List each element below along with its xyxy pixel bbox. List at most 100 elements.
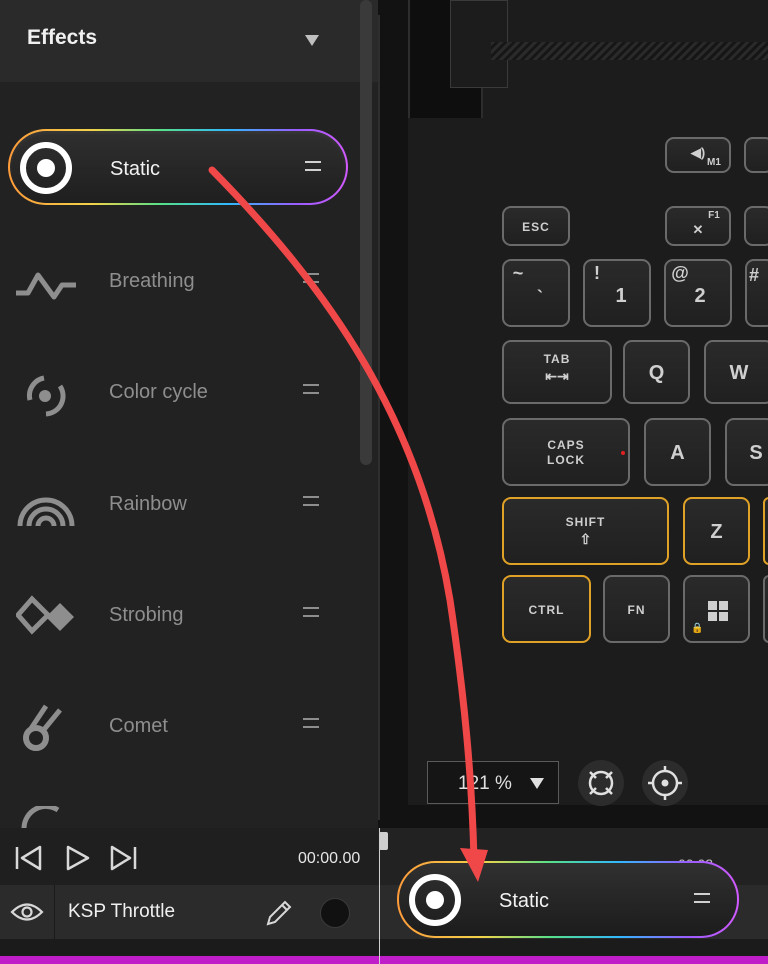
color-cycle-icon — [27, 375, 66, 417]
edit-pencil-icon[interactable] — [264, 898, 294, 928]
key-label: F1 — [708, 210, 720, 221]
zoom-select[interactable]: 121 % — [427, 761, 559, 804]
center-view-button[interactable] — [642, 760, 688, 806]
drag-handle-icon[interactable] — [303, 496, 319, 506]
track-color-swatch[interactable] — [320, 898, 350, 928]
effect-label: Color cycle — [109, 381, 208, 403]
zoom-value: 121 % — [458, 773, 512, 794]
drag-handle-icon[interactable] — [303, 384, 319, 394]
lock-icon: 🔒 — [691, 623, 704, 634]
key-ctrl[interactable]: CTRL — [502, 575, 591, 643]
key-z[interactable]: Z — [683, 497, 750, 565]
key-label: CTRL — [528, 603, 565, 617]
keyboard-hinge — [408, 0, 508, 118]
key-alt-partial[interactable] — [763, 575, 768, 643]
key-label: FN — [627, 603, 646, 617]
effect-item-color-cycle[interactable]: Color cycle — [0, 354, 350, 430]
fit-view-icon — [588, 770, 614, 796]
key-f1[interactable]: F1 ✕ — [665, 206, 731, 246]
key-esc[interactable]: ESC — [502, 206, 570, 246]
key-tab[interactable]: TAB ⇤⇥ — [502, 340, 612, 404]
key-w[interactable]: W — [704, 340, 768, 404]
dragged-effect-static[interactable]: Static — [397, 861, 739, 938]
breathing-icon — [16, 272, 76, 300]
key-label: ESC — [522, 220, 550, 234]
key-label: ` — [537, 287, 543, 307]
key-windows[interactable]: 🔒 — [683, 575, 750, 643]
eye-icon — [10, 903, 44, 921]
comet-icon — [23, 704, 62, 751]
static-icon — [20, 142, 72, 194]
key-3-partial[interactable]: # — [745, 259, 768, 327]
key-partial-top[interactable] — [744, 137, 768, 173]
key-label: 1 — [615, 285, 627, 307]
key-caps-lock[interactable]: CAPS LOCK — [502, 418, 630, 486]
key-label: A — [670, 442, 685, 464]
mic-mute-icon: ✕ — [692, 222, 704, 237]
key-label: ! — [594, 263, 600, 283]
effect-item-comet[interactable]: Comet — [0, 688, 350, 764]
key-label: Q — [648, 362, 665, 384]
shift-arrow-icon: ⇧ — [579, 531, 592, 547]
keyboard-preview[interactable] — [378, 0, 768, 828]
rainbow-icon — [17, 497, 75, 527]
key-label: W — [729, 362, 749, 384]
effects-scrollbar[interactable] — [360, 0, 372, 465]
key-label: @ — [671, 263, 689, 283]
effect-label: Strobing — [109, 604, 184, 626]
skip-back-icon[interactable] — [14, 845, 44, 871]
partial-effect-icon — [21, 806, 60, 828]
effect-item-breathing[interactable]: Breathing — [0, 243, 350, 319]
key-tilde[interactable]: ~ ` — [502, 259, 570, 327]
key-1[interactable]: ! 1 — [583, 259, 651, 327]
key-q[interactable]: Q — [623, 340, 690, 404]
skip-forward-icon[interactable] — [108, 845, 138, 871]
key-x-partial[interactable] — [763, 497, 768, 565]
effect-item-strobing[interactable]: Strobing — [0, 577, 350, 653]
fit-view-button[interactable] — [578, 760, 624, 806]
key-a[interactable]: A — [644, 418, 711, 486]
track-bar-magenta — [0, 956, 768, 964]
chevron-down-icon — [530, 778, 544, 789]
key-label: S — [749, 442, 763, 464]
effect-item-static[interactable]: Static — [8, 129, 348, 205]
effects-title: Effects — [27, 26, 98, 49]
key-mute[interactable]: ◀) M1 — [665, 137, 731, 173]
drag-handle-icon[interactable] — [303, 273, 319, 283]
key-label: SHIFT — [565, 515, 606, 529]
collapse-chevron-icon[interactable] — [305, 35, 319, 46]
effect-label: Breathing — [109, 270, 195, 292]
key-2[interactable]: @ 2 — [664, 259, 732, 327]
key-label: Z — [710, 521, 723, 543]
panel-divider[interactable] — [378, 15, 380, 820]
static-icon — [409, 874, 461, 926]
effect-item-rainbow[interactable]: Rainbow — [0, 466, 350, 542]
timecode: 00:00.00 — [298, 850, 361, 867]
drag-handle-icon[interactable] — [303, 718, 319, 728]
key-label: 2 — [694, 285, 706, 307]
key-label: ~ — [512, 263, 524, 283]
tab-arrows-icon: ⇤⇥ — [545, 368, 569, 384]
drag-handle-icon[interactable] — [303, 607, 319, 617]
key-label: LOCK — [547, 453, 585, 467]
key-f2-partial[interactable] — [744, 206, 768, 246]
effect-label: Rainbow — [109, 493, 187, 515]
track-row[interactable]: KSP Throttle — [0, 885, 378, 939]
timeline-grabber[interactable] — [379, 832, 388, 850]
drag-handle-icon[interactable] — [694, 893, 710, 903]
key-shift[interactable]: SHIFT ⇧ — [502, 497, 669, 565]
strobing-icon — [16, 595, 74, 635]
key-label: CAPS — [547, 438, 585, 452]
effects-header[interactable]: Effects — [0, 0, 378, 82]
effect-label: Comet — [109, 715, 168, 737]
key-fn[interactable]: FN — [603, 575, 670, 643]
key-s[interactable]: S — [725, 418, 768, 486]
effect-label: Static — [110, 158, 161, 180]
play-icon[interactable] — [64, 845, 92, 871]
visibility-toggle[interactable] — [0, 885, 55, 939]
effects-panel: Effects Static Breathing Color cycle Rai… — [0, 0, 378, 828]
drag-handle-icon[interactable] — [305, 161, 321, 171]
crosshair-icon — [648, 766, 682, 800]
caps-indicator-led — [621, 451, 625, 455]
playhead[interactable] — [379, 828, 380, 964]
